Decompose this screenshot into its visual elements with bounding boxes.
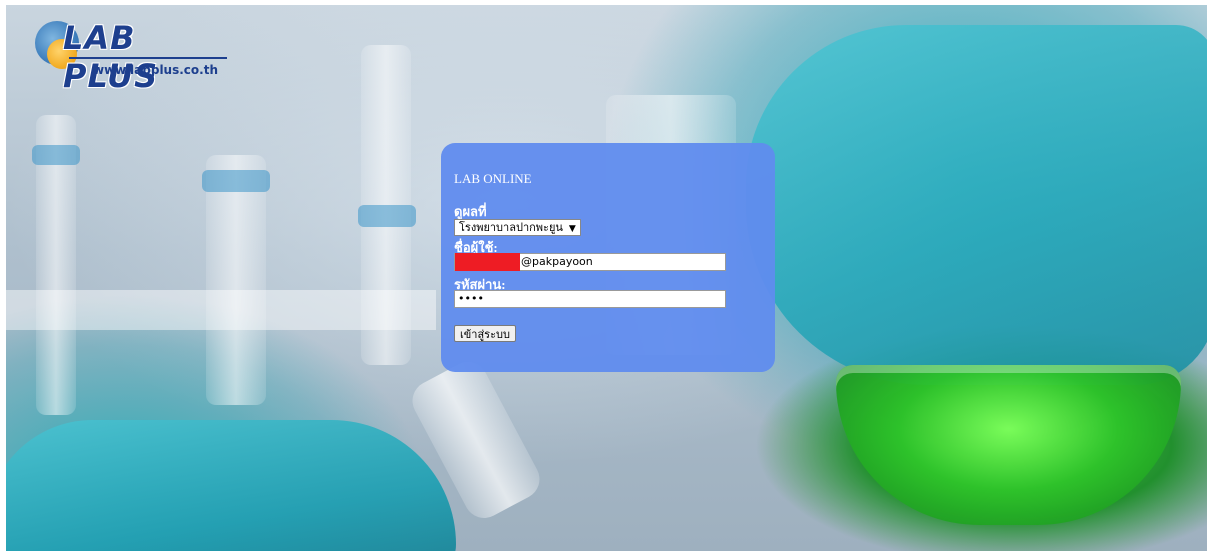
login-panel: LAB ONLINE ดูผลที่ โรงพยาบาลปากพะยูน ▼ ชื… — [441, 143, 775, 372]
login-title: LAB ONLINE — [454, 171, 532, 186]
glove-hand-decoration — [746, 25, 1207, 385]
glove-hand-decoration — [6, 420, 456, 551]
tube-cap-decoration — [32, 145, 80, 165]
username-visible-text: @pakpayoon — [521, 255, 593, 268]
username-input[interactable]: @pakpayoon — [454, 253, 726, 271]
logo-url-text: www.labplus.co.th — [93, 63, 218, 77]
login-button[interactable]: เข้าสู่ระบบ — [454, 325, 516, 342]
redaction-block — [455, 253, 520, 271]
shelf-decoration — [6, 290, 436, 330]
green-liquid-flask-decoration — [836, 365, 1181, 525]
logo-underline — [69, 57, 227, 59]
chevron-down-icon: ▼ — [568, 224, 576, 234]
hospital-select-value: โรงพยาบาลปากพะยูน — [459, 221, 563, 234]
tube-cap-decoration — [358, 205, 416, 227]
hospital-select[interactable]: โรงพยาบาลปากพะยูน ▼ — [454, 219, 581, 236]
test-tube-decoration — [206, 155, 266, 405]
tube-cap-decoration — [202, 170, 270, 192]
labplus-logo: LAB PLUS www.labplus.co.th — [31, 13, 241, 95]
password-masked-text: •••• — [458, 292, 484, 305]
password-input[interactable]: •••• — [454, 290, 726, 308]
